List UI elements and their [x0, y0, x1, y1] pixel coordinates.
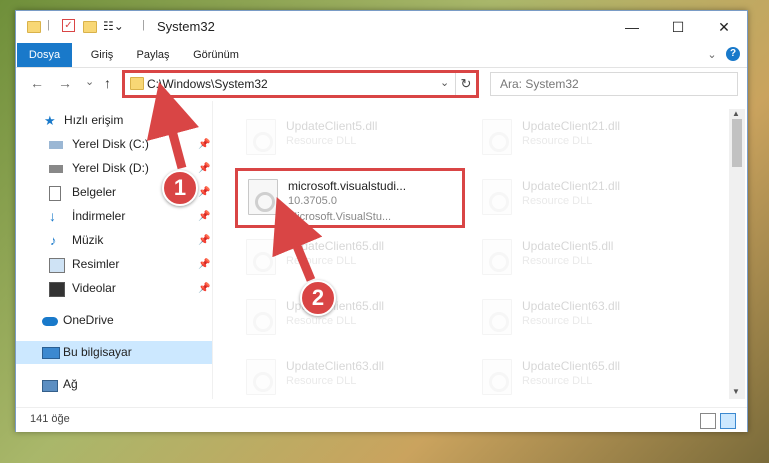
file-item[interactable]: UpdateClient21.dll Resource DLL [470, 171, 700, 227]
video-icon [49, 282, 65, 297]
vertical-scrollbar[interactable]: ▲ ▼ [729, 109, 745, 399]
scroll-down-icon[interactable]: ▼ [732, 387, 740, 396]
file-item[interactable]: UpdateClient5.dll Resource DLL [470, 231, 700, 287]
pin-icon[interactable]: 📌 [198, 277, 210, 300]
maximize-button[interactable]: ☐ [655, 11, 701, 43]
separator-icon: | [47, 19, 50, 31]
customize-toolbar-icon[interactable]: ☷⌄ [103, 19, 124, 33]
sidebar-item-onedrive[interactable]: OneDrive [16, 309, 212, 332]
properties-icon[interactable]: ✓ [62, 19, 75, 32]
dll-file-icon [482, 299, 512, 335]
tiles-view-icon[interactable] [720, 413, 736, 429]
network-icon [42, 380, 58, 392]
drive-icon [49, 141, 63, 149]
dll-file-icon [482, 359, 512, 395]
file-item[interactable]: UpdateClient65.dll Resource DLL [470, 351, 700, 399]
pin-icon[interactable]: 📌 [198, 133, 210, 156]
navigation-pane: ★ Hızlı erişim Yerel Disk (C:) 📌 Yerel D… [16, 101, 213, 399]
forward-button[interactable]: → [58, 75, 72, 91]
status-bar: 141 öğe [16, 407, 747, 432]
file-item[interactable]: UpdateClient5.dll Resource DLL [234, 111, 464, 167]
search-box[interactable]: Ara: System32 [490, 72, 738, 96]
dll-file-icon [246, 359, 276, 395]
file-item[interactable]: UpdateClient65.dll Resource DLL [234, 231, 464, 287]
callout-1: 1 [162, 170, 198, 206]
pin-icon[interactable]: 📌 [198, 157, 210, 180]
new-folder-icon[interactable] [83, 19, 97, 33]
cloud-icon [42, 317, 58, 326]
details-view-icon[interactable] [700, 413, 716, 429]
ribbon-tabs: Dosya Giriş Paylaş Görünüm ⌄ ? [16, 43, 747, 68]
title-bar: | ✓ ☷⌄ | System32 — ☐ ✕ [16, 11, 747, 43]
pin-icon[interactable]: 📌 [198, 181, 210, 204]
up-button[interactable]: ↑ [104, 75, 111, 91]
back-button[interactable]: ← [30, 75, 44, 91]
dll-file-icon [246, 299, 276, 335]
dll-file-icon [246, 239, 276, 275]
file-list: UpdateClient5.dll Resource DLL UpdateCli… [214, 101, 730, 399]
music-note-icon: ♪ [50, 233, 57, 248]
tab-file[interactable]: Dosya [17, 43, 72, 67]
pictures-icon [49, 258, 65, 273]
dll-file-icon [482, 119, 512, 155]
expand-ribbon-icon[interactable]: ⌄ [705, 43, 719, 67]
minimize-button[interactable]: — [609, 11, 655, 43]
help-icon[interactable]: ? [726, 47, 740, 61]
download-arrow-icon: ↓ [49, 208, 56, 224]
close-button[interactable]: ✕ [701, 11, 747, 43]
tab-view[interactable]: Görünüm [188, 43, 244, 67]
recent-locations-button[interactable]: ⌄ [85, 75, 94, 88]
item-count: 141 öğe [30, 413, 70, 425]
explorer-window: | ✓ ☷⌄ | System32 — ☐ ✕ Dosya Giriş Payl… [15, 10, 748, 432]
sidebar-item-quick-access[interactable]: ★ Hızlı erişim [16, 109, 212, 132]
pin-icon[interactable]: 📌 [198, 253, 210, 276]
scroll-thumb[interactable] [732, 119, 742, 167]
sidebar-item-this-pc[interactable]: Bu bilgisayar [16, 341, 212, 364]
tab-home[interactable]: Giriş [82, 43, 122, 67]
pin-icon[interactable]: 📌 [198, 205, 210, 228]
sidebar-item-music[interactable]: ♪ Müzik 📌 [16, 229, 212, 252]
file-item[interactable]: UpdateClient21.dll Resource DLL [470, 111, 700, 167]
star-icon: ★ [44, 113, 56, 128]
address-highlight [122, 70, 479, 98]
window-title: System32 [157, 19, 215, 34]
document-icon [49, 186, 61, 201]
file-item[interactable]: UpdateClient63.dll Resource DLL [470, 291, 700, 347]
dll-file-icon [482, 179, 512, 215]
sidebar-item-videos[interactable]: Videolar 📌 [16, 277, 212, 300]
sidebar-item-pictures[interactable]: Resimler 📌 [16, 253, 212, 276]
pin-icon[interactable]: 📌 [198, 229, 210, 252]
dll-file-icon [246, 119, 276, 155]
search-input[interactable]: Ara: System32 [500, 77, 579, 91]
file-highlight [235, 168, 465, 228]
scroll-up-icon[interactable]: ▲ [732, 109, 740, 118]
separator-icon: | [142, 19, 145, 31]
drive-icon [49, 165, 63, 173]
sidebar-item-local-disk-c[interactable]: Yerel Disk (C:) 📌 [16, 133, 212, 156]
dll-file-icon [482, 239, 512, 275]
tab-share[interactable]: Paylaş [130, 43, 176, 67]
computer-icon [42, 347, 60, 359]
sidebar-item-downloads[interactable]: ↓ İndirmeler 📌 [16, 205, 212, 228]
callout-2: 2 [300, 280, 336, 316]
sidebar-item-network[interactable]: Ağ [16, 373, 212, 396]
file-item[interactable]: UpdateClient63.dll Resource DLL [234, 351, 464, 399]
folder-icon [27, 19, 41, 33]
file-item[interactable]: UpdateClient65.dll Resource DLL [234, 291, 464, 347]
